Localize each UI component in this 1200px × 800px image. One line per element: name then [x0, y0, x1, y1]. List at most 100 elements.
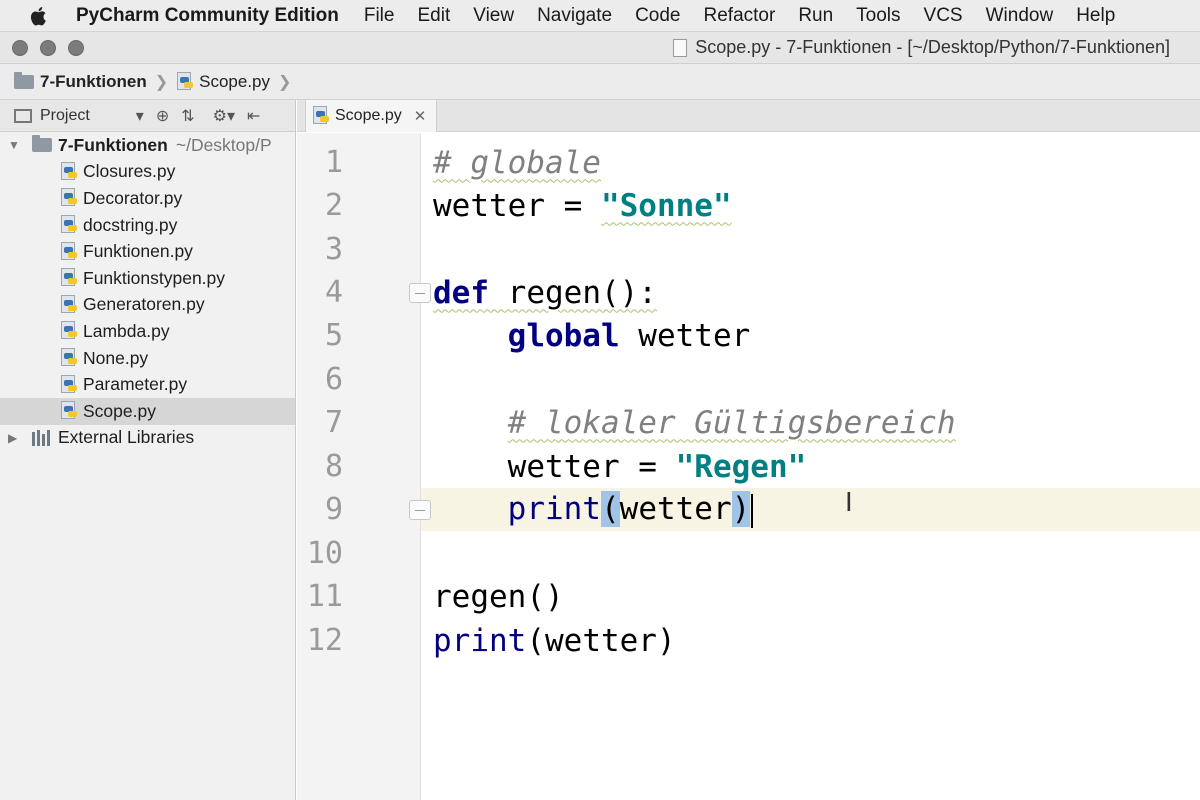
- folder-icon: [14, 71, 34, 89]
- python-file-icon: [60, 188, 78, 208]
- line-number: 1: [324, 145, 343, 180]
- zoom-window-button[interactable]: [68, 40, 84, 56]
- python-file-icon: [60, 374, 78, 395]
- keyword-token: def: [433, 274, 489, 311]
- tree-file-item[interactable]: Closures.py: [0, 159, 295, 186]
- menu-refactor[interactable]: Refactor: [704, 5, 776, 27]
- builtin-function-token: print: [433, 622, 527, 659]
- menu-help[interactable]: Help: [1076, 5, 1115, 27]
- line-number: 8: [324, 449, 343, 484]
- collapse-all-icon[interactable]: ⇅: [181, 106, 194, 126]
- project-tool-window: Project ▾ ⊕ ⇅ ⚙▾ ⇤ ▼ 7-Funktionen ~/Desk…: [0, 100, 296, 800]
- code-line-current[interactable]: 9 print(wetter): [297, 488, 1200, 531]
- line-number: 12: [306, 623, 343, 658]
- scroll-from-source-icon[interactable]: ⊕: [156, 106, 169, 126]
- gear-icon[interactable]: ⚙▾: [213, 106, 235, 126]
- project-view-selector[interactable]: Project: [40, 107, 90, 125]
- menu-file[interactable]: File: [364, 5, 395, 27]
- close-icon[interactable]: ✕: [414, 107, 427, 125]
- expand-arrow-icon[interactable]: ▼: [8, 138, 22, 152]
- menu-vcs[interactable]: VCS: [924, 5, 963, 27]
- menu-window[interactable]: Window: [986, 5, 1054, 27]
- code-line[interactable]: 12 print(wetter): [297, 619, 1200, 662]
- file-name: Funktionen.py: [83, 241, 193, 262]
- chevron-right-icon: ❯: [154, 73, 169, 91]
- menu-run[interactable]: Run: [798, 5, 833, 27]
- tab-label: Scope.py: [335, 107, 402, 124]
- python-file-icon: [673, 38, 688, 57]
- root-folder-path: ~/Desktop/P: [175, 134, 272, 155]
- window-title-text: Scope.py - 7-Funktionen - [~/Desktop/Pyt…: [695, 37, 1170, 57]
- window-titlebar: Scope.py - 7-Funktionen - [~/Desktop/Pyt…: [0, 32, 1200, 64]
- tree-file-item[interactable]: Generatoren.py: [0, 292, 295, 319]
- breadcrumb-project-label: 7-Funktionen: [40, 71, 147, 91]
- tree-file-item[interactable]: Funktionstypen.py: [0, 265, 295, 292]
- hide-panel-icon[interactable]: ⇤: [247, 106, 260, 126]
- python-file-icon: [312, 106, 330, 126]
- comment-token: # lokaler Gültigsbereich: [507, 404, 956, 441]
- menu-navigate[interactable]: Navigate: [537, 5, 612, 27]
- keyword-token: global: [507, 317, 620, 354]
- expand-arrow-icon[interactable]: ▶: [8, 431, 22, 445]
- tree-root-folder[interactable]: ▼ 7-Funktionen ~/Desktop/P: [0, 132, 295, 159]
- editor-tab-bar: Scope.py ✕: [297, 100, 1200, 132]
- code-line[interactable]: 8 wetter = "Regen": [297, 445, 1200, 488]
- code-text: wetter = "Sonne": [433, 188, 732, 224]
- breadcrumb-project[interactable]: 7-Funktionen: [14, 71, 147, 92]
- file-name: Generatoren.py: [83, 294, 205, 315]
- fold-marker-icon[interactable]: [409, 283, 431, 303]
- root-folder-name: 7-Funktionen: [58, 134, 168, 155]
- builtin-function-token: print: [507, 491, 601, 528]
- line-number: 9: [324, 492, 343, 527]
- tree-file-item[interactable]: Parameter.py: [0, 371, 295, 398]
- code-line[interactable]: 11 regen(): [297, 575, 1200, 618]
- close-window-button[interactable]: [12, 40, 28, 56]
- code-token: wetter =: [433, 187, 601, 224]
- string-token: "Regen": [675, 448, 807, 485]
- code-line[interactable]: 5 global wetter: [297, 314, 1200, 357]
- line-number: 7: [324, 405, 343, 440]
- menu-app-name[interactable]: PyCharm Community Edition: [76, 5, 339, 27]
- tree-file-item[interactable]: Funktionen.py: [0, 238, 295, 265]
- code-line[interactable]: 2 wetter = "Sonne": [297, 184, 1200, 227]
- external-libraries-label: External Libraries: [58, 427, 195, 448]
- code-text: global wetter: [433, 317, 751, 354]
- tree-file-item[interactable]: None.py: [0, 345, 295, 372]
- file-name: Funktionstypen.py: [83, 267, 226, 288]
- code-token: (wetter): [526, 622, 676, 659]
- tab-scope-py[interactable]: Scope.py ✕: [305, 100, 438, 132]
- code-line[interactable]: 10: [297, 532, 1200, 575]
- file-name: Parameter.py: [83, 374, 188, 395]
- minimize-window-button[interactable]: [40, 40, 56, 56]
- menu-code[interactable]: Code: [635, 5, 680, 27]
- code-line[interactable]: 7 # lokaler Gültigsbereich: [297, 401, 1200, 444]
- code-line[interactable]: 4 def regen():: [297, 271, 1200, 314]
- menu-tools[interactable]: Tools: [856, 5, 900, 27]
- code-line[interactable]: 6: [297, 358, 1200, 401]
- mouse-ibeam-cursor-icon: I: [845, 488, 853, 518]
- code-line[interactable]: 1 # globale: [297, 141, 1200, 184]
- breadcrumb-file-label: Scope.py: [199, 71, 271, 91]
- python-file-icon: [60, 215, 78, 235]
- dropdown-arrow-icon[interactable]: ▾: [136, 106, 144, 126]
- code-line[interactable]: 3: [297, 228, 1200, 271]
- code-text: print(wetter): [433, 491, 754, 528]
- code-editor[interactable]: 1 # globale 2 wetter = "Sonne" 3 4 def r…: [297, 133, 1200, 800]
- tree-file-item[interactable]: docstring.py: [0, 212, 295, 239]
- tree-file-item[interactable]: Decorator.py: [0, 185, 295, 212]
- menu-view[interactable]: View: [473, 5, 514, 27]
- fold-end-marker-icon[interactable]: [409, 500, 431, 520]
- tree-file-item[interactable]: Lambda.py: [0, 318, 295, 345]
- breadcrumb-file[interactable]: Scope.py: [176, 71, 271, 92]
- string-token: "Sonne": [600, 187, 732, 224]
- project-view-icon: [14, 108, 32, 123]
- apple-icon[interactable]: [28, 4, 50, 28]
- matched-paren-open: (: [600, 491, 620, 528]
- file-name: docstring.py: [83, 214, 178, 235]
- file-name: Lambda.py: [83, 320, 170, 341]
- tree-file-item-selected[interactable]: Scope.py: [0, 397, 295, 425]
- matched-paren-close: ): [731, 491, 751, 528]
- code-text: def regen():: [433, 275, 657, 311]
- tree-external-libraries[interactable]: ▶ External Libraries: [0, 425, 295, 452]
- menu-edit[interactable]: Edit: [417, 5, 450, 27]
